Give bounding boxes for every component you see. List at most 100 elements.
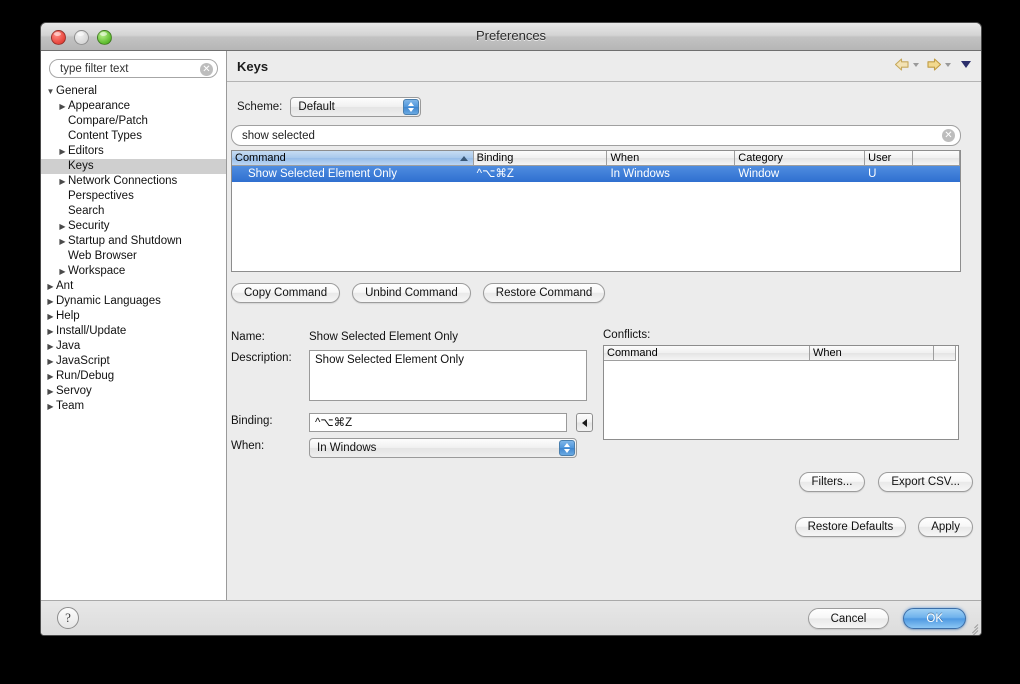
binding-input[interactable]: ^⌥⌘Z xyxy=(309,413,567,432)
twisty-collapsed-icon[interactable]: ▶ xyxy=(45,399,56,414)
when-select[interactable]: In Windows xyxy=(309,438,577,458)
sidebar-item-general[interactable]: ▼ General xyxy=(41,84,226,99)
keys-search-input[interactable]: show selected ✕ xyxy=(231,125,961,146)
column-header-command[interactable]: Command xyxy=(232,151,474,166)
nav-toolbar xyxy=(894,57,971,72)
twisty-collapsed-icon[interactable]: ▶ xyxy=(57,174,68,189)
twisty-collapsed-icon[interactable]: ▶ xyxy=(57,264,68,279)
sidebar-item-compare-patch[interactable]: Compare/Patch xyxy=(41,114,226,129)
twisty-collapsed-icon[interactable]: ▶ xyxy=(45,369,56,384)
twisty-collapsed-icon[interactable]: ▶ xyxy=(57,144,68,159)
clear-icon[interactable]: ✕ xyxy=(200,63,213,76)
sidebar-item-security[interactable]: ▶ Security xyxy=(41,219,226,234)
column-header-binding[interactable]: Binding xyxy=(473,151,608,166)
dialog-footer: ? Cancel OK xyxy=(41,600,981,635)
column-header-when[interactable]: When xyxy=(607,151,736,166)
twisty-collapsed-icon[interactable]: ▶ xyxy=(45,339,56,354)
sidebar-item-help[interactable]: ▶ Help xyxy=(41,309,226,324)
column-header-blank[interactable] xyxy=(913,151,960,166)
scheme-stepper-icon[interactable] xyxy=(403,99,420,115)
sidebar-item-content-types[interactable]: Content Types xyxy=(41,129,226,144)
sidebar-item-ant[interactable]: ▶ Ant xyxy=(41,279,226,294)
sidebar-filter-box[interactable]: type filter text ✕ xyxy=(49,59,218,78)
table-cell: Window xyxy=(738,168,780,180)
unbind-command-button[interactable]: Unbind Command xyxy=(352,283,471,303)
sidebar-item-javascript[interactable]: ▶ JavaScript xyxy=(41,354,226,369)
twisty-collapsed-icon[interactable]: ▶ xyxy=(57,99,68,114)
sidebar-item-label: Content Types xyxy=(68,130,142,142)
sidebar-item-startup-and-shutdown[interactable]: ▶ Startup and Shutdown xyxy=(41,234,226,249)
when-stepper-icon[interactable] xyxy=(559,440,575,456)
back-arrow-icon[interactable] xyxy=(894,57,910,72)
forward-arrow-icon[interactable] xyxy=(926,57,942,72)
twisty-collapsed-icon[interactable]: ▶ xyxy=(45,294,56,309)
binding-controls: ^⌥⌘Z xyxy=(309,413,593,432)
twisty-collapsed-icon[interactable]: ▶ xyxy=(45,309,56,324)
conflicts-column-header-blank[interactable] xyxy=(934,346,956,361)
resize-grip-icon[interactable] xyxy=(965,620,979,635)
conflicts-table[interactable]: Command When xyxy=(603,345,959,440)
sidebar-item-java[interactable]: ▶ Java xyxy=(41,339,226,354)
sidebar-item-editors[interactable]: ▶ Editors xyxy=(41,144,226,159)
restore-command-button[interactable]: Restore Command xyxy=(482,283,606,303)
sidebar-item-web-browser[interactable]: Web Browser xyxy=(41,249,226,264)
sidebar-item-servoy[interactable]: ▶ Servoy xyxy=(41,384,226,399)
conflicts-section: Conflicts: Command When xyxy=(603,329,959,440)
dialog-body: type filter text ✕ ▼ General ▶ Appearance Co… xyxy=(41,51,981,600)
help-icon[interactable]: ? xyxy=(57,607,79,629)
keys-table[interactable]: Command Binding When Category User Show Sele… xyxy=(231,150,961,272)
sidebar-item-workspace[interactable]: ▶ Workspace xyxy=(41,264,226,279)
sidebar-filter-placeholder: type filter text xyxy=(60,63,129,75)
sidebar-item-label: Editors xyxy=(68,145,104,157)
twisty-expanded-icon[interactable]: ▼ xyxy=(45,84,56,99)
forward-menu-chevron-down-icon[interactable] xyxy=(945,62,951,67)
conflicts-column-header-command[interactable]: Command xyxy=(604,346,810,361)
scheme-select[interactable]: Default xyxy=(290,97,422,117)
sidebar-item-appearance[interactable]: ▶ Appearance xyxy=(41,99,226,114)
sidebar-item-label: Run/Debug xyxy=(56,370,115,382)
conflicts-column-header-when[interactable]: When xyxy=(810,346,934,361)
scheme-label: Scheme: xyxy=(237,101,283,113)
filters-button[interactable]: Filters... xyxy=(798,472,866,492)
column-header-label: When xyxy=(813,347,842,359)
table-cell: Show Selected Element Only xyxy=(248,168,397,180)
left-triangle-icon[interactable] xyxy=(576,413,593,432)
sidebar-item-run-debug[interactable]: ▶ Run/Debug xyxy=(41,369,226,384)
column-header-user[interactable]: User xyxy=(865,151,914,166)
sidebar-item-label: Startup and Shutdown xyxy=(68,235,182,247)
twisty-collapsed-icon[interactable]: ▶ xyxy=(57,219,68,234)
preferences-window: Preferences type filter text ✕ ▼ General ▶… xyxy=(40,22,982,636)
filter-export-buttons: Filters... Export CSV... xyxy=(798,472,973,492)
view-menu-icon[interactable] xyxy=(961,61,971,68)
twisty-collapsed-icon[interactable]: ▶ xyxy=(45,354,56,369)
sidebar-item-network-connections[interactable]: ▶ Network Connections xyxy=(41,174,226,189)
sidebar-item-team[interactable]: ▶ Team xyxy=(41,399,226,414)
sidebar-item-dynamic-languages[interactable]: ▶ Dynamic Languages xyxy=(41,294,226,309)
sidebar-item-search[interactable]: Search xyxy=(41,204,226,219)
twisty-collapsed-icon[interactable]: ▶ xyxy=(45,384,56,399)
sidebar-item-keys[interactable]: Keys xyxy=(41,159,226,174)
cancel-button[interactable]: Cancel xyxy=(807,608,890,629)
sidebar-item-label: Network Connections xyxy=(68,175,178,187)
twisty-collapsed-icon[interactable]: ▶ xyxy=(45,324,56,339)
restore-defaults-button[interactable]: Restore Defaults xyxy=(794,517,907,537)
twisty-collapsed-icon[interactable]: ▶ xyxy=(45,279,56,294)
ok-button[interactable]: OK xyxy=(903,608,966,629)
content-header: Keys xyxy=(227,51,981,82)
when-row: When: In Windows xyxy=(231,438,961,458)
sidebar-item-install-update[interactable]: ▶ Install/Update xyxy=(41,324,226,339)
export-csv-button[interactable]: Export CSV... xyxy=(878,472,973,492)
window-titlebar[interactable]: Preferences xyxy=(41,23,981,51)
sidebar-item-label: Help xyxy=(56,310,80,322)
restore-apply-buttons: Restore Defaults Apply xyxy=(794,517,973,537)
table-row[interactable]: Show Selected Element Only ^⌥⌘Z In Windows… xyxy=(232,166,960,182)
sidebar-filter-wrap: type filter text ✕ xyxy=(41,51,226,82)
back-menu-chevron-down-icon[interactable] xyxy=(913,62,919,67)
sidebar-item-perspectives[interactable]: Perspectives xyxy=(41,189,226,204)
copy-command-button[interactable]: Copy Command xyxy=(231,283,341,303)
column-header-category[interactable]: Category xyxy=(735,151,866,166)
description-textarea[interactable]: Show Selected Element Only xyxy=(309,350,587,401)
apply-button[interactable]: Apply xyxy=(918,517,973,537)
clear-icon[interactable]: ✕ xyxy=(942,129,955,142)
twisty-collapsed-icon[interactable]: ▶ xyxy=(57,234,68,249)
